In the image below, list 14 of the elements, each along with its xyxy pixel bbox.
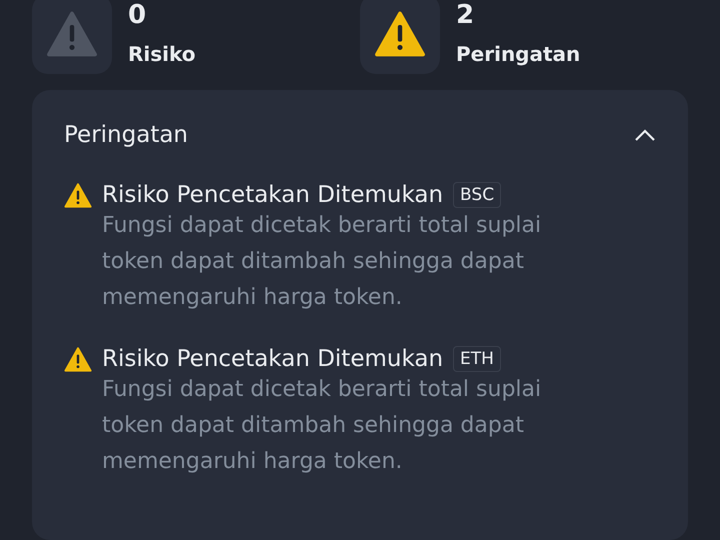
warning-icon: [64, 182, 92, 208]
chain-tag: BSC: [453, 182, 502, 208]
stat-value: 2: [456, 0, 476, 30]
warning-description: Fungsi dapat dicetak berarti total suplai token dapat ditambah sehingga dapat memengaruhi harga token.: [102, 212, 542, 312]
panel-title: Peringatan: [64, 122, 188, 148]
warning-icon: [64, 346, 92, 372]
stat-value: 0: [128, 0, 148, 30]
chevron-icon[interactable]: [634, 128, 656, 142]
stat-label: Peringatan: [456, 42, 580, 66]
chain-tag: ETH: [453, 346, 501, 372]
warning-title: Risiko Pencetakan Ditemukan: [102, 346, 444, 372]
stat-label: Risiko: [128, 42, 196, 66]
warning-title: Risiko Pencetakan Ditemukan: [102, 182, 444, 208]
warning-description: Fungsi dapat dicetak berarti total suplai token dapat ditambah sehingga dapat memengaruhi harga token.: [102, 376, 542, 476]
